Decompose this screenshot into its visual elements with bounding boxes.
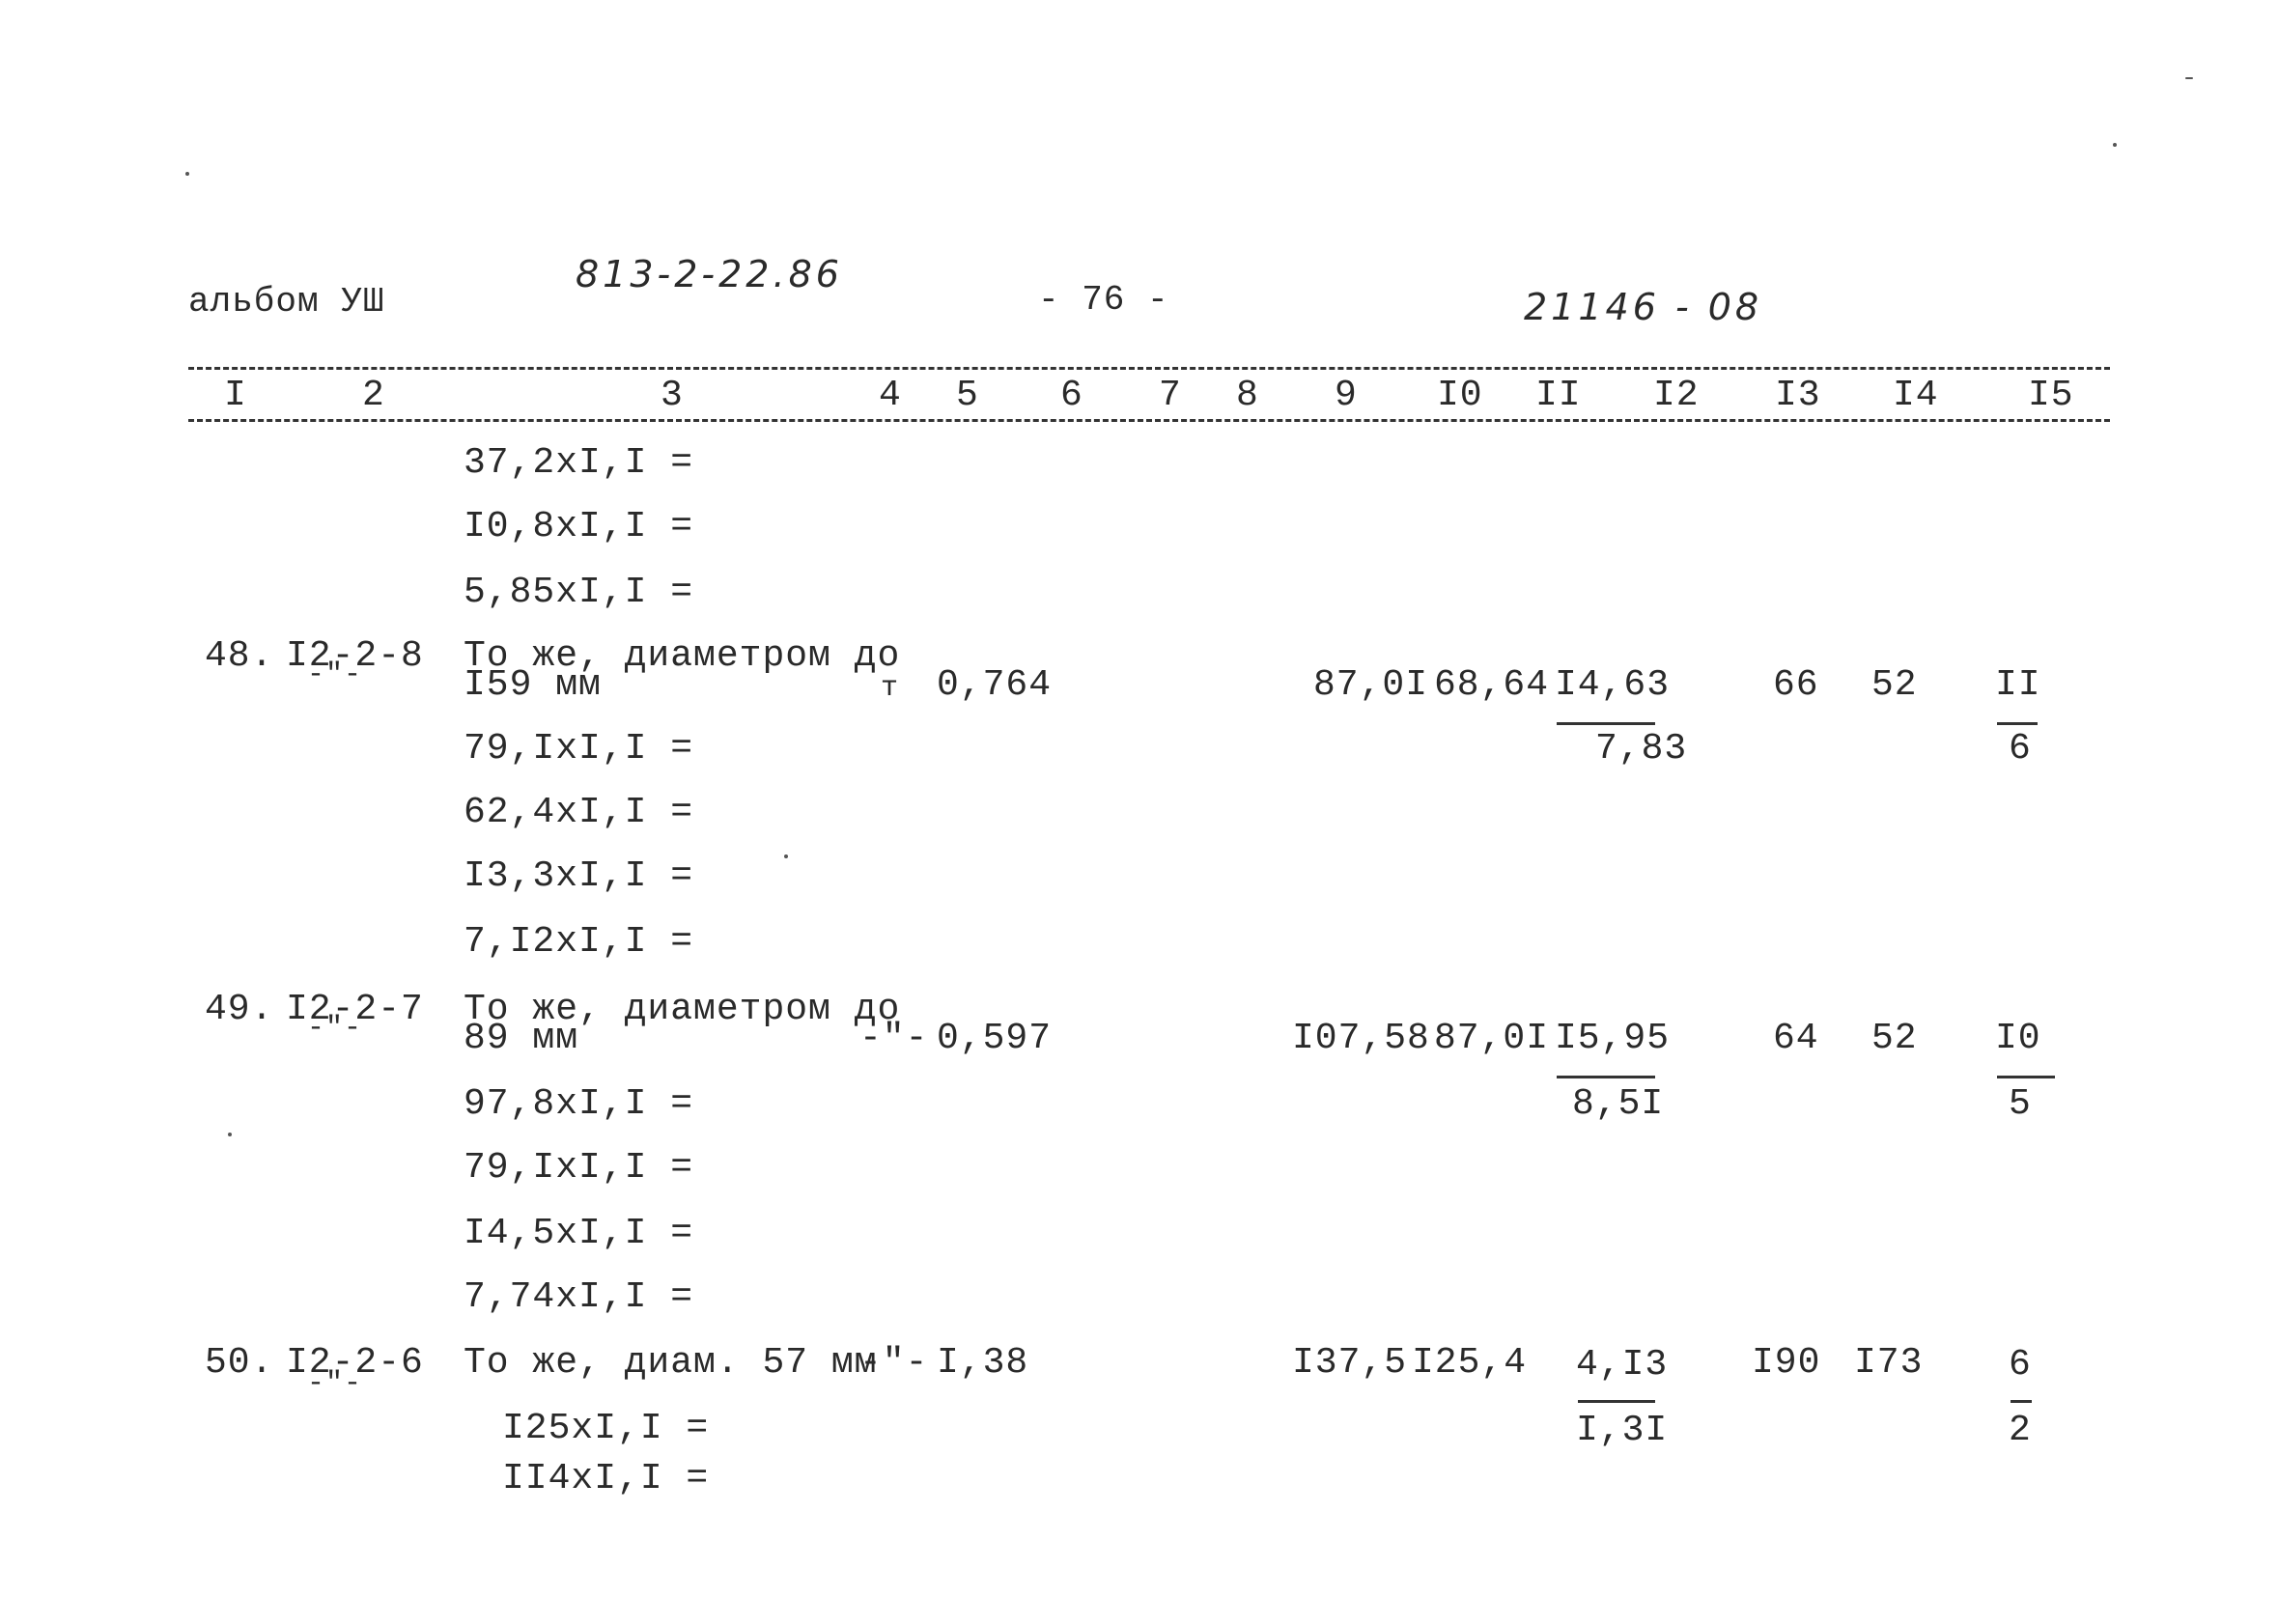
column-header: 6 [1060,375,1083,416]
calc-line: 37,2xI,I = [464,442,694,484]
scan-speck [2185,77,2193,79]
inventory-number: 21146 - 08 [1524,286,1763,328]
col-14-value: I73 [1854,1342,1924,1384]
calc-line: 7,I2xI,I = [464,921,694,963]
col-11-subvalue: 7,83 [1595,728,1688,770]
calc-line: I25xI,I = [502,1408,710,1449]
col-15-subvalue: 2 [2009,1410,2032,1451]
scan-speck [228,1133,232,1136]
col-15-value: 6 [2009,1344,2032,1386]
column-header: I3 [1775,375,1821,416]
calc-line: I0,8xI,I = [464,506,694,547]
col-15-subvalue: 6 [2009,728,2032,770]
column-header: I4 [1893,375,1939,416]
column-header: 7 [1159,375,1182,416]
fraction-bar [1557,1076,1655,1078]
calc-line: I4,5xI,I = [464,1213,694,1254]
column-header: I2 [1653,375,1700,416]
column-header: 2 [362,375,385,416]
row-number: 50. [205,1342,274,1384]
fraction-bar [1997,722,2038,725]
column-header-top-rule [188,367,2110,370]
column-header: 9 [1335,375,1358,416]
col-11-subvalue: I,3I [1576,1410,1669,1451]
calc-line: II4xI,I = [502,1458,710,1499]
page-number: - 76 - [1038,280,1169,320]
column-header: 8 [1236,375,1259,416]
col-11-value: I5,95 [1555,1018,1671,1059]
col-14-value: 52 [1871,1018,1918,1059]
column-header: I5 [2028,375,2074,416]
col-14-value: 52 [1871,664,1918,706]
document-code: 813-2-22.86 [576,253,843,295]
album-label: альбом УШ [188,282,385,322]
col-15-subvalue: 5 [2009,1083,2032,1125]
scan-speck [185,172,189,176]
row-number: 48. [205,635,274,677]
fraction-bar [1578,1400,1655,1403]
fraction-bar [1997,1076,2055,1078]
ditto-mark: -"- [307,658,363,691]
col-10-value: 68,64 [1434,664,1550,706]
col-9-value: I07,58 [1292,1018,1430,1059]
column-header: 3 [661,375,684,416]
scan-speck [2113,143,2117,147]
description-line-2: I59 мм [464,664,602,706]
calc-line: I3,3xI,I = [464,855,694,897]
col-11-value: 4,I3 [1576,1344,1669,1386]
calc-line: 62,4xI,I = [464,792,694,833]
unit: -"- [859,1018,929,1059]
quantity: 0,764 [937,664,1053,706]
col-11-subvalue: 8,5I [1572,1083,1665,1125]
calc-line: 97,8xI,I = [464,1083,694,1125]
ditto-mark: -"- [307,1367,363,1400]
column-header: II [1535,375,1582,416]
column-header: 4 [879,375,902,416]
col-10-value: I25,4 [1412,1342,1528,1384]
unit: т [881,672,900,705]
column-header: 5 [956,375,979,416]
fraction-bar [2011,1400,2032,1403]
col-9-value: I37,5 [1292,1342,1408,1384]
quantity: 0,597 [937,1018,1053,1059]
col-13-value: 66 [1773,664,1819,706]
column-header-bottom-rule [188,419,2110,422]
column-header: I [224,375,247,416]
col-13-value: I90 [1752,1342,1821,1384]
calc-line: 79,IxI,I = [464,1147,694,1189]
calc-line: 7,74xI,I = [464,1276,694,1318]
col-9-value: 87,0I [1313,664,1429,706]
ditto-mark: -"- [307,1012,363,1045]
col-10-value: 87,0I [1434,1018,1550,1059]
col-13-value: 64 [1773,1018,1819,1059]
calc-line: 5,85xI,I = [464,572,694,613]
column-header: I0 [1437,375,1483,416]
description-line-2: 89 мм [464,1018,579,1059]
col-15-value: I0 [1995,1018,2041,1059]
col-15-value: II [1995,664,2041,706]
quantity: I,38 [937,1342,1029,1384]
description-line-1: То же, диам. 57 мм [464,1342,878,1384]
calc-line: 79,IxI,I = [464,728,694,770]
scan-speck [784,854,788,858]
fraction-bar [1557,722,1655,725]
col-11-value: I4,63 [1555,664,1671,706]
unit: -"- [859,1342,929,1384]
row-number: 49. [205,989,274,1030]
